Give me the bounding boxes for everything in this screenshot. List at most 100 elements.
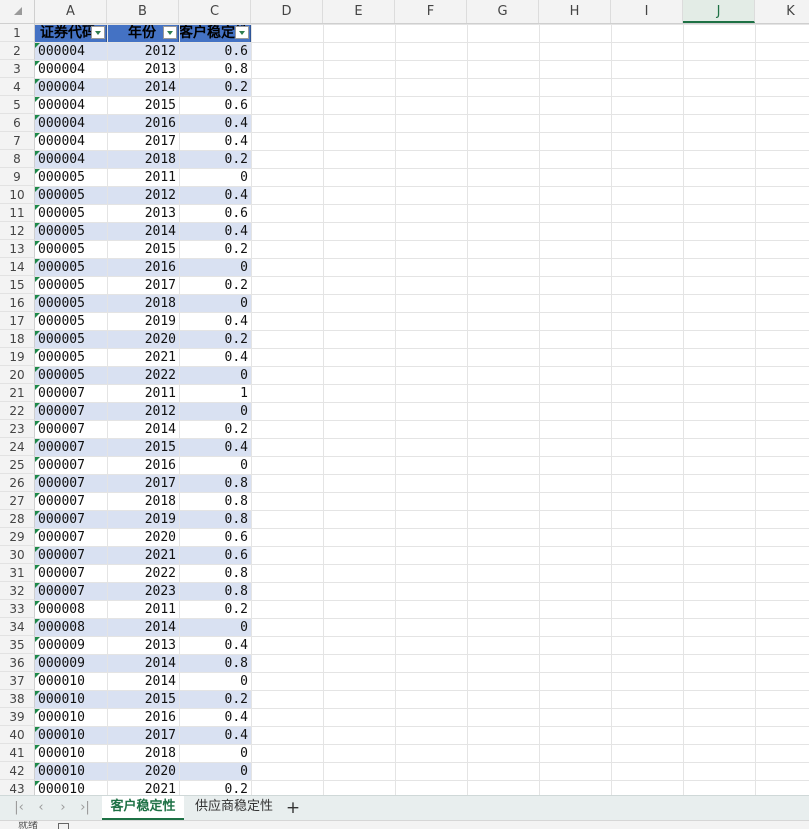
column-header-g[interactable]: G — [467, 0, 539, 23]
row-header-21[interactable]: 21 — [0, 384, 35, 402]
last-sheet-icon[interactable]: ›| — [76, 799, 94, 817]
cell-year[interactable]: 2020 — [107, 762, 176, 780]
cell-year[interactable]: 2018 — [107, 150, 176, 168]
row-header-2[interactable]: 2 — [0, 42, 35, 60]
cell-code[interactable]: 000007 — [38, 528, 107, 546]
cell-year[interactable]: 2012 — [107, 42, 176, 60]
row-header-38[interactable]: 38 — [0, 690, 35, 708]
cell-year[interactable]: 2014 — [107, 654, 176, 672]
cell-value[interactable]: 0.4 — [179, 222, 248, 240]
cell-value[interactable]: 0 — [179, 618, 248, 636]
cell-value[interactable]: 0 — [179, 744, 248, 762]
column-header-j[interactable]: J — [683, 0, 755, 23]
row-header-31[interactable]: 31 — [0, 564, 35, 582]
row-header-19[interactable]: 19 — [0, 348, 35, 366]
cell-code[interactable]: 000005 — [38, 276, 107, 294]
cell-code[interactable]: 000007 — [38, 438, 107, 456]
row-header-35[interactable]: 35 — [0, 636, 35, 654]
cell-year[interactable]: 2017 — [107, 276, 176, 294]
row-header-34[interactable]: 34 — [0, 618, 35, 636]
cell-code[interactable]: 000009 — [38, 636, 107, 654]
cell-code[interactable]: 000005 — [38, 330, 107, 348]
cell-code[interactable]: 000010 — [38, 708, 107, 726]
table-header-year[interactable]: 年份 — [107, 24, 179, 42]
cell-code[interactable]: 000005 — [38, 186, 107, 204]
cell-code[interactable]: 000004 — [38, 78, 107, 96]
cell-year[interactable]: 2020 — [107, 330, 176, 348]
cell-year[interactable]: 2019 — [107, 510, 176, 528]
cell-year[interactable]: 2018 — [107, 492, 176, 510]
row-header-33[interactable]: 33 — [0, 600, 35, 618]
row-header-36[interactable]: 36 — [0, 654, 35, 672]
cell-value[interactable]: 0.4 — [179, 636, 248, 654]
cell-value[interactable]: 0 — [179, 672, 248, 690]
row-header-7[interactable]: 7 — [0, 132, 35, 150]
cell-value[interactable]: 0 — [179, 294, 248, 312]
cell-code[interactable]: 000010 — [38, 690, 107, 708]
cell-code[interactable]: 000005 — [38, 168, 107, 186]
cell-value[interactable]: 0.6 — [179, 546, 248, 564]
cell-year[interactable]: 2011 — [107, 600, 176, 618]
spreadsheet-grid[interactable]: ABCDEFGHIJK 1 2 3 4 5 6 7 8 9 10 11 12 13 14 15 16 17 18 1… — [0, 0, 809, 795]
cell-value[interactable]: 0.2 — [179, 330, 248, 348]
cell-year[interactable]: 2021 — [107, 546, 176, 564]
cell-value[interactable]: 0 — [179, 168, 248, 186]
row-header-39[interactable]: 39 — [0, 708, 35, 726]
cell-code[interactable]: 000004 — [38, 60, 107, 78]
cell-value[interactable]: 0.2 — [179, 780, 248, 795]
tab-supplier-stability[interactable]: 供应商稳定性 — [188, 796, 280, 820]
row-header-12[interactable]: 12 — [0, 222, 35, 240]
cell-value[interactable]: 0.6 — [179, 42, 248, 60]
row-header-18[interactable]: 18 — [0, 330, 35, 348]
column-header-d[interactable]: D — [251, 0, 323, 23]
cell-code[interactable]: 000009 — [38, 654, 107, 672]
row-header-10[interactable]: 10 — [0, 186, 35, 204]
cell-year[interactable]: 2011 — [107, 168, 176, 186]
cell-code[interactable]: 000005 — [38, 204, 107, 222]
row-header-32[interactable]: 32 — [0, 582, 35, 600]
cell-code[interactable]: 000005 — [38, 258, 107, 276]
cell-code[interactable]: 000010 — [38, 744, 107, 762]
cell-code[interactable]: 000004 — [38, 132, 107, 150]
row-header-28[interactable]: 28 — [0, 510, 35, 528]
tab-customer-stability[interactable]: 客户稳定性 — [102, 796, 184, 820]
cell-value[interactable]: 0.8 — [179, 60, 248, 78]
column-header-i[interactable]: I — [611, 0, 683, 23]
cell-year[interactable]: 2015 — [107, 96, 176, 114]
cell-year[interactable]: 2016 — [107, 258, 176, 276]
cell-code[interactable]: 000007 — [38, 384, 107, 402]
row-header-6[interactable]: 6 — [0, 114, 35, 132]
cell-year[interactable]: 2016 — [107, 456, 176, 474]
cell-year[interactable]: 2017 — [107, 132, 176, 150]
cell-value[interactable]: 0.6 — [179, 204, 248, 222]
cell-year[interactable]: 2016 — [107, 708, 176, 726]
cell-year[interactable]: 2015 — [107, 438, 176, 456]
add-sheet-button[interactable]: + — [284, 796, 302, 820]
row-header-41[interactable]: 41 — [0, 744, 35, 762]
cell-value[interactable]: 0.8 — [179, 474, 248, 492]
row-header-29[interactable]: 29 — [0, 528, 35, 546]
cell-year[interactable]: 2014 — [107, 78, 176, 96]
next-sheet-icon[interactable]: › — [54, 799, 72, 817]
cell-year[interactable]: 2012 — [107, 402, 176, 420]
cell-value[interactable]: 0.2 — [179, 276, 248, 294]
cell-code[interactable]: 000005 — [38, 294, 107, 312]
cell-value[interactable]: 0 — [179, 762, 248, 780]
cell-value[interactable]: 0.2 — [179, 690, 248, 708]
cell-value[interactable]: 0.4 — [179, 114, 248, 132]
row-header-37[interactable]: 37 — [0, 672, 35, 690]
cell-year[interactable]: 2020 — [107, 528, 176, 546]
column-header-c[interactable]: C — [179, 0, 251, 23]
cell-value[interactable]: 0.4 — [179, 708, 248, 726]
cell-value[interactable]: 0 — [179, 402, 248, 420]
cell-code[interactable]: 000007 — [38, 564, 107, 582]
row-header-5[interactable]: 5 — [0, 96, 35, 114]
cell-value[interactable]: 0 — [179, 456, 248, 474]
row-header-40[interactable]: 40 — [0, 726, 35, 744]
cell-code[interactable]: 000007 — [38, 546, 107, 564]
cell-year[interactable]: 2013 — [107, 636, 176, 654]
cell-year[interactable]: 2014 — [107, 672, 176, 690]
column-header-h[interactable]: H — [539, 0, 611, 23]
row-header-30[interactable]: 30 — [0, 546, 35, 564]
column-header-a[interactable]: A — [35, 0, 107, 23]
